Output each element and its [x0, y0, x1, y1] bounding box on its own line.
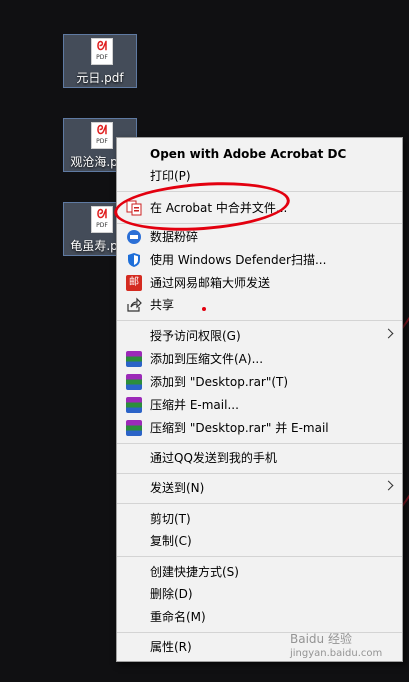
- menu-separator: [117, 503, 402, 504]
- pdf-file-icon: ᘛ PDF: [91, 206, 113, 233]
- menu-item-label: Open with Adobe Acrobat DC: [150, 147, 347, 161]
- menu-compress-to-rar-and-email[interactable]: 压缩到 "Desktop.rar" 并 E-mail: [117, 417, 402, 439]
- file-name-label: 元日.pdf: [76, 71, 124, 85]
- shred-icon: [126, 229, 142, 245]
- menu-item-label: 重命名(M): [150, 610, 206, 624]
- menu-grant-access[interactable]: 授予访问权限(G): [117, 325, 402, 347]
- menu-item-label: 添加到 "Desktop.rar"(T): [150, 375, 289, 389]
- pdf-file-icon: ᘛ PDF: [91, 38, 113, 65]
- netease-mail-icon: 邮: [126, 275, 142, 291]
- defender-shield-icon: [126, 252, 142, 268]
- menu-item-label: 授予访问权限(G): [150, 329, 241, 343]
- menu-item-label: 压缩并 E-mail...: [150, 398, 239, 412]
- menu-item-label: 共享: [150, 298, 175, 312]
- menu-item-label: 剪切(T): [150, 512, 191, 526]
- chevron-right-icon: [383, 480, 394, 491]
- menu-item-label: 通过QQ发送到我的手机: [150, 451, 277, 465]
- menu-separator: [117, 320, 402, 321]
- menu-add-to-archive[interactable]: 添加到压缩文件(A)...: [117, 348, 402, 370]
- menu-share[interactable]: 共享: [117, 294, 402, 316]
- menu-open-with-acrobat[interactable]: Open with Adobe Acrobat DC: [117, 143, 402, 165]
- watermark-url: jingyan.baidu.com: [290, 648, 383, 659]
- menu-item-label: 压缩到 "Desktop.rar" 并 E-mail: [150, 421, 329, 435]
- menu-item-label: 创建快捷方式(S): [150, 565, 239, 579]
- menu-item-label: 添加到压缩文件(A)...: [150, 352, 264, 366]
- menu-separator: [117, 473, 402, 474]
- menu-netease-mail[interactable]: 邮 通过网易邮箱大师发送: [117, 272, 402, 294]
- menu-separator: [117, 556, 402, 557]
- winrar-icon: [126, 374, 142, 390]
- menu-copy[interactable]: 复制(C): [117, 530, 402, 552]
- menu-rename[interactable]: 重命名(M): [117, 606, 402, 628]
- winrar-icon: [126, 351, 142, 367]
- menu-item-label: 通过网易邮箱大师发送: [150, 276, 271, 290]
- menu-item-label: 属性(R): [150, 640, 192, 654]
- menu-item-label: 复制(C): [150, 534, 192, 548]
- menu-print[interactable]: 打印(P): [117, 165, 402, 187]
- menu-item-label: 使用 Windows Defender扫描...: [150, 253, 327, 267]
- menu-item-label: 删除(D): [150, 587, 193, 601]
- baidu-jingyan-watermark: Baidu 经验 jingyan.baidu.com: [290, 630, 382, 659]
- menu-compress-and-email[interactable]: 压缩并 E-mail...: [117, 394, 402, 416]
- menu-add-to-desktop-rar[interactable]: 添加到 "Desktop.rar"(T): [117, 371, 402, 393]
- watermark-brand: Baidu 经验: [290, 632, 352, 646]
- menu-separator: [117, 443, 402, 444]
- share-icon: [126, 297, 142, 313]
- winrar-icon: [126, 420, 142, 436]
- desktop-file-yuanri[interactable]: ᘛ PDF 元日.pdf: [63, 34, 137, 88]
- chevron-right-icon: [383, 328, 394, 339]
- menu-defender-scan[interactable]: 使用 Windows Defender扫描...: [117, 249, 402, 271]
- menu-item-label: 发送到(N): [150, 481, 205, 495]
- menu-separator: [117, 632, 402, 633]
- menu-cut[interactable]: 剪切(T): [117, 508, 402, 530]
- menu-send-via-qq[interactable]: 通过QQ发送到我的手机: [117, 447, 402, 469]
- pdf-file-icon: ᘛ PDF: [91, 122, 113, 149]
- menu-send-to[interactable]: 发送到(N): [117, 477, 402, 499]
- menu-create-shortcut[interactable]: 创建快捷方式(S): [117, 561, 402, 583]
- menu-delete[interactable]: 删除(D): [117, 583, 402, 605]
- winrar-icon: [126, 397, 142, 413]
- annotation-dot: [202, 307, 206, 311]
